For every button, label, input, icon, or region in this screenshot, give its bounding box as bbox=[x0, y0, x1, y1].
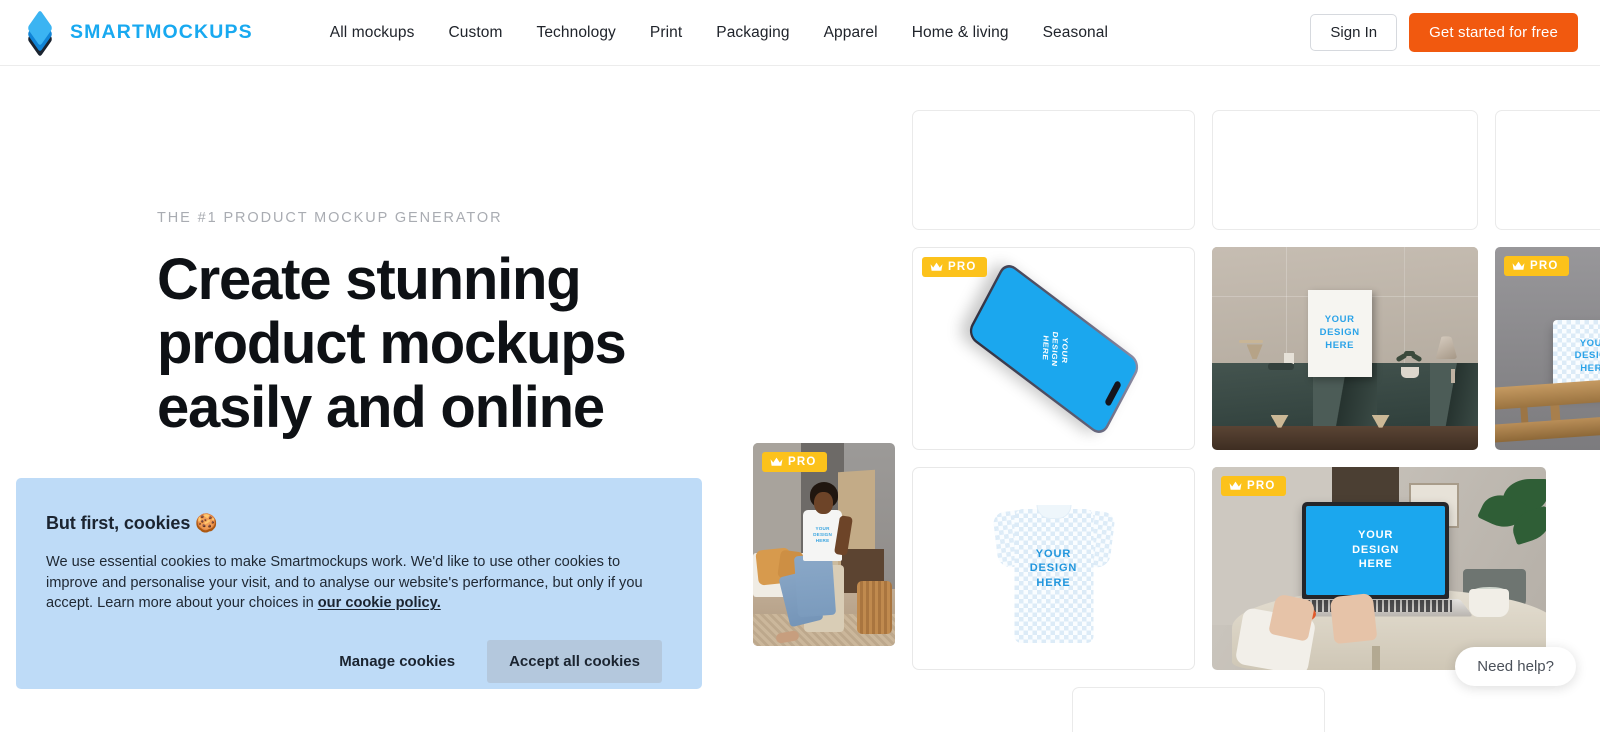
mockup-card-interior-poster[interactable]: YOUR DESIGN HERE bbox=[1212, 247, 1478, 450]
mockup-card-placeholder[interactable] bbox=[912, 110, 1195, 230]
primary-nav: All mockups Custom Technology Print Pack… bbox=[313, 16, 1125, 50]
headline-line-2: product mockups bbox=[157, 310, 627, 376]
page-title: Create stunning product mockups easily a… bbox=[157, 248, 717, 439]
nav-link-home-living[interactable]: Home & living bbox=[895, 16, 1026, 50]
navbar-actions: Sign In Get started for free bbox=[1310, 13, 1578, 52]
mockup-card-tshirt-flat[interactable]: YOUR DESIGN HERE bbox=[912, 467, 1195, 670]
design-placeholder-text: YOUR DESIGN HERE bbox=[1039, 330, 1069, 367]
manage-cookies-button[interactable]: Manage cookies bbox=[317, 641, 477, 682]
cookie-banner-body: We use essential cookies to make Smartmo… bbox=[46, 552, 651, 614]
tshirt-graphic: YOUR DESIGN HERE bbox=[991, 495, 1116, 643]
pro-badge: PRO bbox=[1504, 256, 1569, 276]
pro-badge: PRO bbox=[922, 257, 987, 277]
poster-frame: YOUR DESIGN HERE bbox=[1307, 289, 1372, 377]
design-placeholder-text: YOUR DESIGN HERE bbox=[1029, 547, 1078, 589]
sign-in-button[interactable]: Sign In bbox=[1310, 14, 1398, 51]
headline-line-3: easily and online bbox=[157, 374, 605, 440]
crown-icon bbox=[1229, 481, 1242, 490]
design-placeholder-text: YOUR DESIGN HERE bbox=[1574, 337, 1600, 374]
nav-link-apparel[interactable]: Apparel bbox=[807, 16, 895, 50]
crown-icon bbox=[770, 457, 783, 466]
cookie-banner-title: But first, cookies 🍪 bbox=[46, 513, 218, 533]
design-placeholder-text: YOUR DESIGN HERE bbox=[1319, 314, 1360, 351]
cookie-policy-link[interactable]: our cookie policy. bbox=[318, 595, 441, 611]
crown-icon bbox=[1512, 261, 1525, 270]
nav-link-technology[interactable]: Technology bbox=[519, 16, 632, 50]
mockup-card-person-tshirt[interactable]: YOUR DESIGN HERE PRO bbox=[753, 443, 895, 646]
stacked-layers-icon bbox=[22, 9, 58, 57]
pro-badge-label: PRO bbox=[788, 456, 817, 468]
mockup-card-phone[interactable]: YOUR DESIGN HERE PRO bbox=[912, 247, 1195, 450]
design-placeholder-text: YOUR DESIGN HERE bbox=[813, 526, 832, 544]
mockup-card-mug[interactable]: YOUR DESIGN HERE PRO bbox=[1495, 247, 1600, 450]
design-placeholder-text: YOUR DESIGN HERE bbox=[1352, 529, 1400, 571]
pro-badge: PRO bbox=[1221, 476, 1286, 496]
headline-line-1: Create stunning bbox=[157, 247, 582, 312]
hero-eyebrow: THE #1 PRODUCT MOCKUP GENERATOR bbox=[157, 210, 503, 226]
pro-badge-label: PRO bbox=[1530, 260, 1559, 272]
cookie-consent-banner: But first, cookies 🍪 We use essential co… bbox=[16, 478, 702, 689]
pro-badge-label: PRO bbox=[1247, 480, 1276, 492]
mockup-card-laptop[interactable]: YOUR DESIGN HERE PRO bbox=[1212, 467, 1546, 670]
phone-device: YOUR DESIGN HERE bbox=[965, 259, 1142, 438]
accept-all-cookies-button[interactable]: Accept all cookies bbox=[487, 640, 662, 684]
nav-link-custom[interactable]: Custom bbox=[431, 16, 519, 50]
brand-name: SMARTMOCKUPS bbox=[70, 21, 253, 43]
mockup-card-placeholder[interactable] bbox=[1212, 110, 1478, 230]
nav-link-print[interactable]: Print bbox=[633, 16, 699, 50]
get-started-button[interactable]: Get started for free bbox=[1409, 13, 1578, 52]
pro-badge-label: PRO bbox=[948, 261, 977, 273]
mockup-card-placeholder[interactable] bbox=[1495, 110, 1600, 230]
nav-link-packaging[interactable]: Packaging bbox=[699, 16, 806, 50]
pro-badge: PRO bbox=[762, 452, 827, 472]
need-help-button[interactable]: Need help? bbox=[1455, 647, 1576, 686]
phone-notch bbox=[1103, 379, 1122, 407]
crown-icon bbox=[930, 262, 943, 271]
mockup-gallery[interactable]: YOUR DESIGN HERE PRO YOUR DESIGN HERE PR… bbox=[753, 66, 1600, 732]
nav-link-seasonal[interactable]: Seasonal bbox=[1026, 16, 1125, 50]
hero-section: THE #1 PRODUCT MOCKUP GENERATOR Create s… bbox=[157, 210, 717, 439]
nav-link-all-mockups[interactable]: All mockups bbox=[313, 16, 432, 50]
cookie-banner-actions: Manage cookies Accept all cookies bbox=[46, 640, 662, 684]
top-navbar: SMARTMOCKUPS All mockups Custom Technolo… bbox=[0, 0, 1600, 66]
brand-logo[interactable]: SMARTMOCKUPS bbox=[22, 9, 253, 57]
